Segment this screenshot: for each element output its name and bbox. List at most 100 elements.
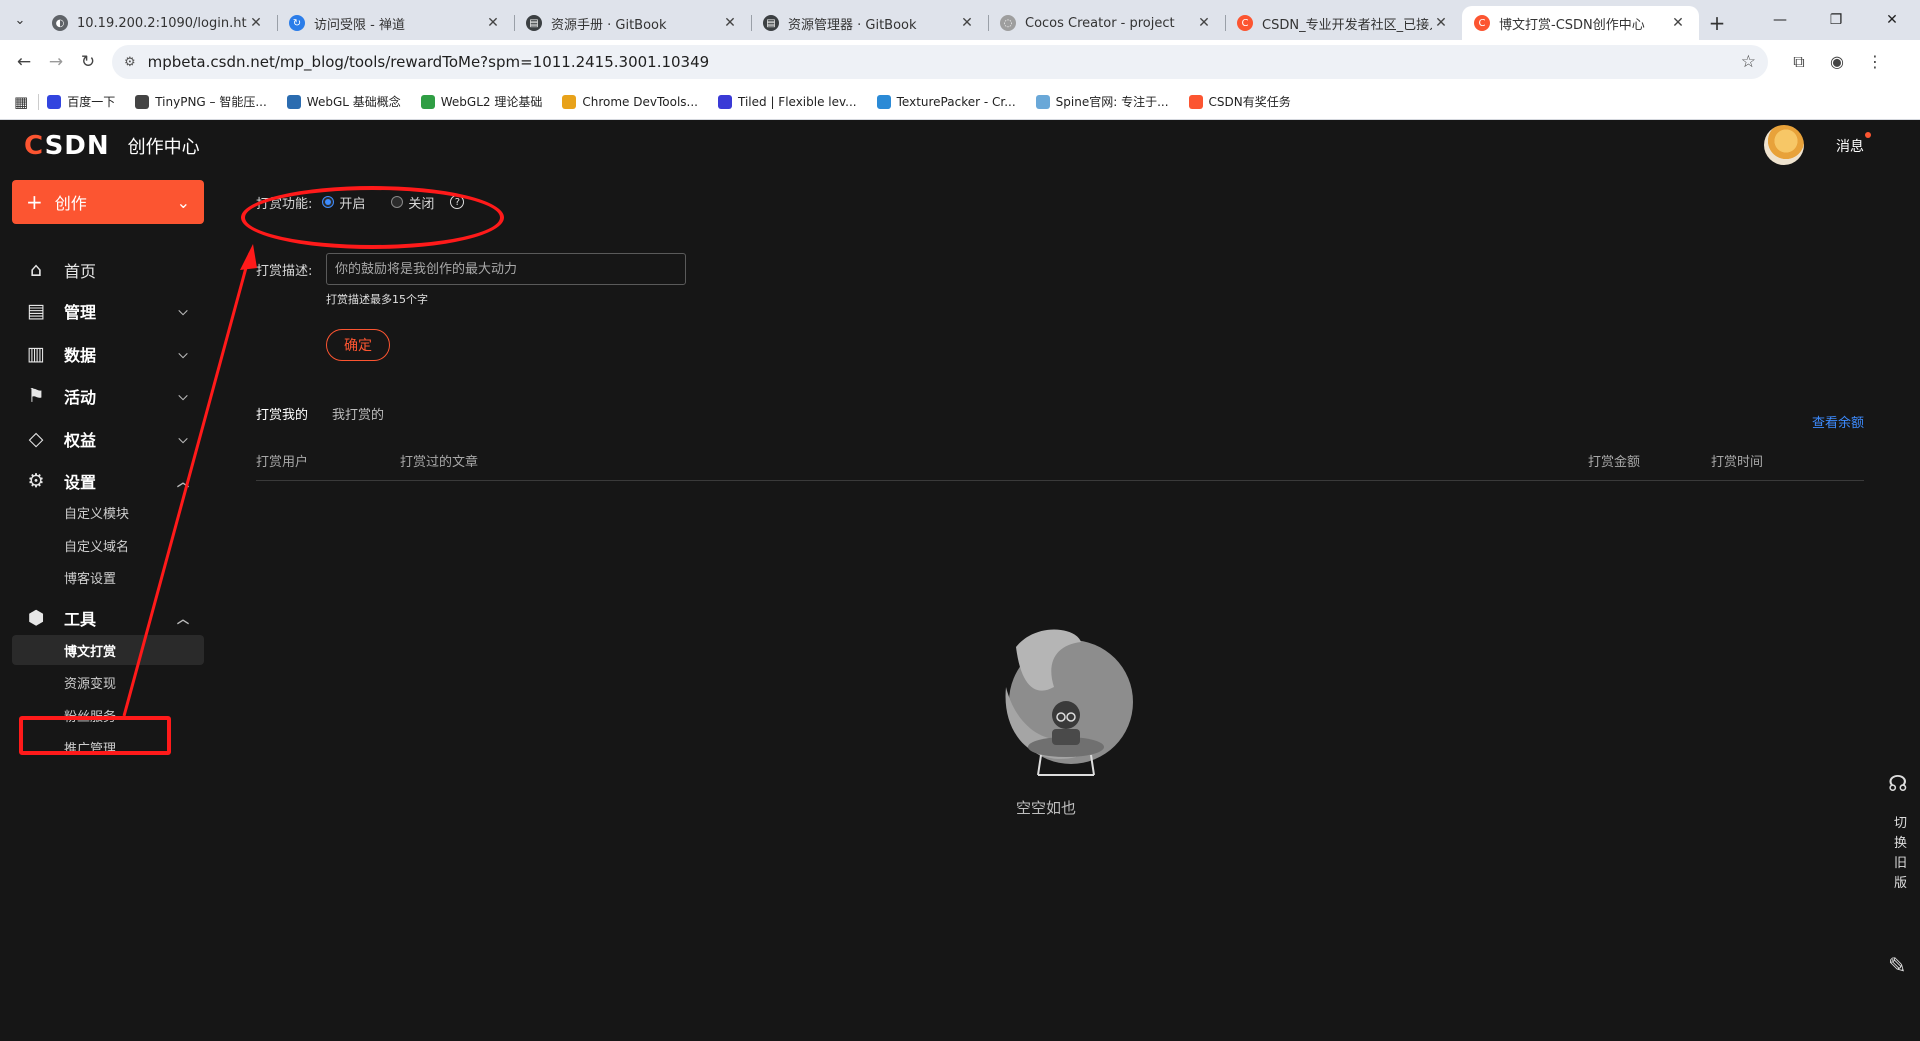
col-reward-amount: 打赏金额	[1588, 455, 1641, 470]
browser-tab[interactable]: C CSDN_专业开发者社区_已接入 ✕	[1225, 6, 1462, 40]
browser-tab-title: 访问受限 - 禅道	[314, 17, 405, 33]
apps-grid-icon[interactable]: ▦	[14, 93, 28, 111]
browser-tab[interactable]: ◌ Cocos Creator - project ✕	[988, 6, 1225, 40]
empty-state-text: 空空如也	[1015, 799, 1076, 817]
help-question-icon[interactable]: ?	[450, 195, 465, 209]
cube-icon: ⬢	[27, 607, 45, 629]
sidebar-subitem-fan-service[interactable]: 粉丝服务	[0, 700, 210, 730]
edit-note-icon[interactable]: ✎	[1888, 954, 1906, 979]
sidebar-item-data[interactable]: ▥ 数据 ⌵	[0, 334, 210, 374]
reward-function-row: 打赏功能: 开启 关闭 ?	[256, 172, 465, 232]
sidebar-item-settings[interactable]: ⚙ 设置 ︿	[0, 461, 210, 501]
headset-icon[interactable]: ☊	[1888, 772, 1908, 797]
sidebar-subitem-blog-settings[interactable]: 博客设置	[0, 562, 210, 592]
tab-rewarded-me[interactable]: 打赏我的	[256, 404, 308, 423]
sidebar-item-home[interactable]: ⌂ 首页	[0, 250, 210, 290]
tab-i-rewarded[interactable]: 我打赏的	[332, 404, 384, 423]
close-tab-icon[interactable]: ✕	[958, 15, 976, 31]
extensions-icon[interactable]: ⧉	[1780, 52, 1818, 72]
close-tab-icon[interactable]: ✕	[247, 15, 265, 31]
close-tab-icon[interactable]: ✕	[1669, 15, 1687, 31]
browser-tab-title: 资源管理器 · GitBook	[788, 17, 917, 33]
page-title: 创作中心	[127, 137, 200, 158]
bookmark-label: 百度一下	[67, 95, 116, 109]
reward-function-label: 打赏功能:	[256, 196, 313, 212]
switch-old-version[interactable]: 切换旧版	[1894, 814, 1908, 894]
confirm-button[interactable]: 确定	[326, 329, 390, 361]
chevron-down-icon: ⌵	[178, 303, 188, 318]
bookmark-favicon-icon	[1035, 94, 1050, 109]
sidebar-item-activity[interactable]: ⚑ 活动 ⌵	[0, 376, 210, 416]
sidebar-item-tools[interactable]: ⬢ 工具 ︿	[0, 598, 210, 638]
forward-icon[interactable]: →	[40, 46, 72, 78]
back-icon[interactable]: ←	[8, 46, 40, 78]
col-rewarded-article: 打赏过的文章	[400, 455, 479, 470]
chevron-down-icon: ⌵	[178, 431, 188, 446]
app-topbar: CSDN 创作中心 消息	[0, 120, 1920, 172]
browser-tab[interactable]: ↻ 访问受限 - 禅道 ✕	[277, 6, 514, 40]
bookmark-item[interactable]: WebGL2 理论基础	[420, 93, 542, 110]
csdn-logo[interactable]: CSDN	[24, 131, 110, 161]
book-icon: ▤	[763, 15, 779, 31]
reload-icon[interactable]: ↻	[72, 46, 104, 78]
browser-tab[interactable]: ▤ 资源手册 · GitBook ✕	[514, 6, 751, 40]
profile-icon[interactable]: ◉	[1818, 52, 1856, 72]
browser-tab[interactable]: ▤ 资源管理器 · GitBook ✕	[751, 6, 988, 40]
create-button[interactable]: + 创作 ⌄	[12, 180, 204, 224]
bookmark-star-icon[interactable]: ☆	[1741, 52, 1756, 72]
empty-person-body	[1052, 729, 1080, 745]
bookmark-item[interactable]: Chrome DevTools...	[562, 93, 698, 110]
bookmark-label: Chrome DevTools...	[582, 94, 698, 109]
bookmark-item[interactable]: CSDN有奖任务	[1188, 93, 1291, 110]
bookmark-label: Spine官网: 专注于...	[1055, 95, 1169, 109]
messages-link[interactable]: 消息	[1836, 136, 1864, 156]
csdn-creator-center: CSDN 创作中心 消息 + 创作 ⌄ ⌂ 首页 ▤ 管理 ⌵ ▥ 数据 ⌵ ⚑…	[0, 120, 1920, 1041]
restore-icon[interactable]: ❐	[1808, 12, 1864, 28]
sidebar-subitem-custom-domain[interactable]: 自定义域名	[0, 530, 210, 560]
close-tab-icon[interactable]: ✕	[484, 15, 502, 31]
tab-search-chevron-icon[interactable]: ⌄	[0, 0, 40, 40]
close-tab-icon[interactable]: ✕	[1195, 15, 1213, 31]
unread-dot	[1865, 132, 1871, 138]
close-tab-icon[interactable]: ✕	[1432, 15, 1450, 31]
sidebar-subitem-resource-monetize[interactable]: 资源变现	[0, 667, 210, 697]
sidebar-subitem-blog-reward[interactable]: 博文打赏	[12, 635, 204, 665]
menu-kebab-icon[interactable]: ⋮	[1856, 52, 1894, 72]
address-url[interactable]: mpbeta.csdn.net/mp_blog/tools/rewardToMe…	[148, 53, 1741, 71]
sidebar-item-label: 设置	[64, 473, 97, 492]
reward-off-radio[interactable]: 关闭	[391, 193, 434, 212]
bookmark-item[interactable]: 百度一下	[47, 93, 115, 110]
browser-tab-title: 资源手册 · GitBook	[551, 17, 667, 33]
sidebar-item-benefits[interactable]: ◇ 权益 ⌵	[0, 419, 210, 459]
col-reward-user: 打赏用户	[256, 455, 309, 470]
bookmark-label: CSDN有奖任务	[1208, 95, 1291, 109]
empty-chair-leg	[1037, 754, 1042, 776]
site-info-icon[interactable]: ⚙	[124, 55, 136, 70]
bookmark-item[interactable]: Tiled | Flexible lev...	[718, 93, 857, 110]
address-bar[interactable]: ⚙ mpbeta.csdn.net/mp_blog/tools/rewardTo…	[112, 45, 1768, 79]
bookmark-item[interactable]: TinyPNG – 智能压...	[135, 93, 267, 110]
browser-tab[interactable]: C 博文打赏-CSDN创作中心 ✕	[1462, 6, 1699, 40]
sidebar-subitem-promotion[interactable]: 推广管理	[0, 732, 210, 762]
reward-on-radio[interactable]: 开启	[322, 193, 365, 212]
minimize-icon[interactable]: —	[1752, 12, 1808, 28]
sidebar-item-manage[interactable]: ▤ 管理 ⌵	[0, 291, 210, 331]
browser-tab[interactable]: ◐ 10.19.200.2:1090/login.html ✕	[40, 6, 277, 40]
avatar[interactable]	[1764, 125, 1804, 165]
close-tab-icon[interactable]: ✕	[721, 15, 739, 31]
bookmarks-separator	[38, 93, 40, 110]
sidebar-subitem-custom-module[interactable]: 自定义模块	[0, 497, 210, 527]
floating-tools: ☊ 切换旧版 ✎	[1880, 772, 1920, 1002]
view-balance-link[interactable]: 查看余额	[1812, 412, 1864, 431]
bookmark-item[interactable]: Spine官网: 专注于...	[1035, 93, 1169, 110]
document-icon: ▤	[27, 300, 45, 322]
bookmark-item[interactable]: TexturePacker - Cr...	[876, 93, 1016, 110]
chevron-up-icon: ︿	[176, 611, 189, 626]
reward-desc-input[interactable]	[326, 253, 686, 285]
close-window-icon[interactable]: ✕	[1864, 12, 1920, 28]
bookmark-item[interactable]: WebGL 基础概念	[286, 93, 401, 110]
new-tab-button[interactable]: +	[1699, 6, 1735, 40]
browser-tab-title: Cocos Creator - project	[1025, 15, 1175, 31]
window-controls: — ❐ ✕	[1752, 0, 1920, 40]
bookmarks-bar: ▦ 百度一下 TinyPNG – 智能压... WebGL 基础概念 WebGL2 理…	[0, 84, 1920, 120]
